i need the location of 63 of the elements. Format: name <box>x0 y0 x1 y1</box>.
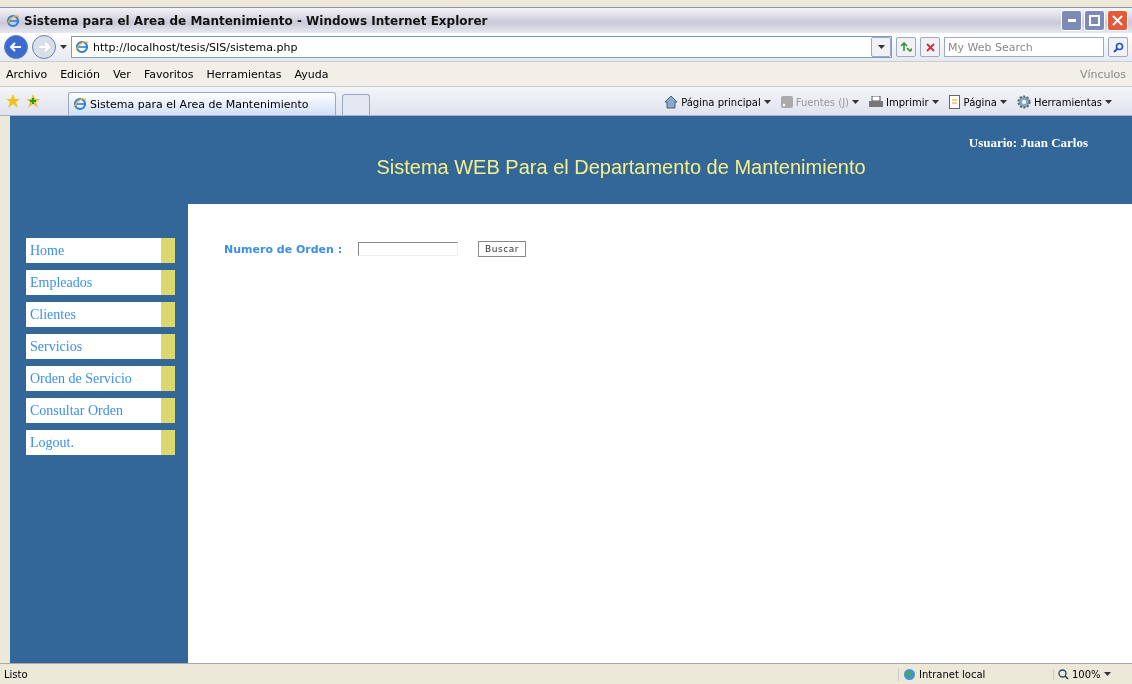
ie-logo-icon <box>73 97 87 111</box>
page-heading: Sistema WEB Para el Departamento de Mantenimiento <box>376 155 866 179</box>
toolbar-command[interactable]: Herramientas <box>1016 95 1112 109</box>
arrow-left-icon <box>10 42 22 52</box>
ie-logo-icon <box>75 40 89 54</box>
magnifier-icon <box>1058 668 1069 680</box>
refresh-arrows-icon <box>900 42 912 52</box>
status-text: Listo <box>4 668 29 680</box>
menu-item[interactable]: Edición <box>60 67 100 81</box>
menu-item[interactable]: Ayuda <box>294 67 329 81</box>
house-icon <box>664 95 679 109</box>
globe-icon <box>903 667 916 681</box>
back-button[interactable] <box>4 35 28 59</box>
add-favorite-icon[interactable] <box>26 94 40 108</box>
maximize-button[interactable] <box>1084 10 1105 31</box>
toolbar-command[interactable]: Imprimir <box>869 95 939 109</box>
menu-item[interactable]: Ver <box>112 67 131 81</box>
arrow-right-icon <box>38 42 50 52</box>
menu-item[interactable]: Herramientas <box>206 67 282 81</box>
search-field[interactable]: My Web Search <box>944 37 1104 57</box>
search-button[interactable] <box>1108 37 1128 57</box>
printer-icon <box>869 95 883 109</box>
refresh-button[interactable] <box>896 37 916 57</box>
window-title: Sistema para el Area de Mantenimiento - Windows Internet Explorer <box>24 13 489 28</box>
gear-icon <box>1016 95 1031 109</box>
toolbar-command[interactable]: Página <box>948 95 1007 109</box>
order-number-label: Numero de Orden : <box>224 242 343 256</box>
toolbar-command[interactable]: Página principal <box>664 95 771 109</box>
close-icon <box>1112 15 1123 26</box>
close-button[interactable] <box>1107 10 1128 31</box>
browser-tab[interactable]: Sistema para el Area de Mantenimiento <box>68 92 336 115</box>
stop-button[interactable] <box>920 37 940 57</box>
zoom-level[interactable]: 100% <box>1053 668 1128 680</box>
caret-icon[interactable] <box>1103 672 1111 676</box>
dropdown-button[interactable] <box>871 37 891 57</box>
feed-icon <box>780 96 793 108</box>
nav-link[interactable]: Clientes <box>26 302 175 327</box>
nav-link[interactable]: Orden de Servicio <box>26 366 175 391</box>
nav-link[interactable]: Servicios <box>26 334 175 359</box>
page-icon <box>948 95 961 109</box>
menu-item[interactable]: Archivo <box>6 67 48 81</box>
url-text: http://localhost/tesis/SIS/sistema.php <box>93 40 299 54</box>
caret-icon[interactable] <box>60 45 67 49</box>
order-number-field[interactable] <box>358 242 459 256</box>
caret-icon[interactable] <box>931 100 939 104</box>
caret-icon[interactable] <box>763 100 771 104</box>
nav-link[interactable]: Logout. <box>26 430 175 455</box>
minimize-icon <box>1067 19 1076 22</box>
caret-icon[interactable] <box>999 100 1007 104</box>
minimize-button[interactable] <box>1061 10 1082 31</box>
user-label: Usuario: Juan Carlos <box>968 135 1088 151</box>
address-field[interactable]: http://localhost/tesis/SIS/sistema.php <box>71 36 892 58</box>
maximize-icon <box>1089 15 1100 26</box>
nav-link[interactable]: Consultar Orden <box>26 398 175 423</box>
star-icon[interactable] <box>6 94 20 108</box>
caret-icon[interactable] <box>877 45 885 49</box>
close-icon <box>925 42 935 52</box>
search-button[interactable]: Buscar <box>478 241 526 257</box>
search-icon <box>1112 41 1124 53</box>
menu-item[interactable]: Favoritos <box>143 67 194 81</box>
ie-logo-icon <box>6 13 20 28</box>
security-zone: Intranet local <box>898 667 1053 681</box>
caret-icon[interactable] <box>1105 100 1112 104</box>
